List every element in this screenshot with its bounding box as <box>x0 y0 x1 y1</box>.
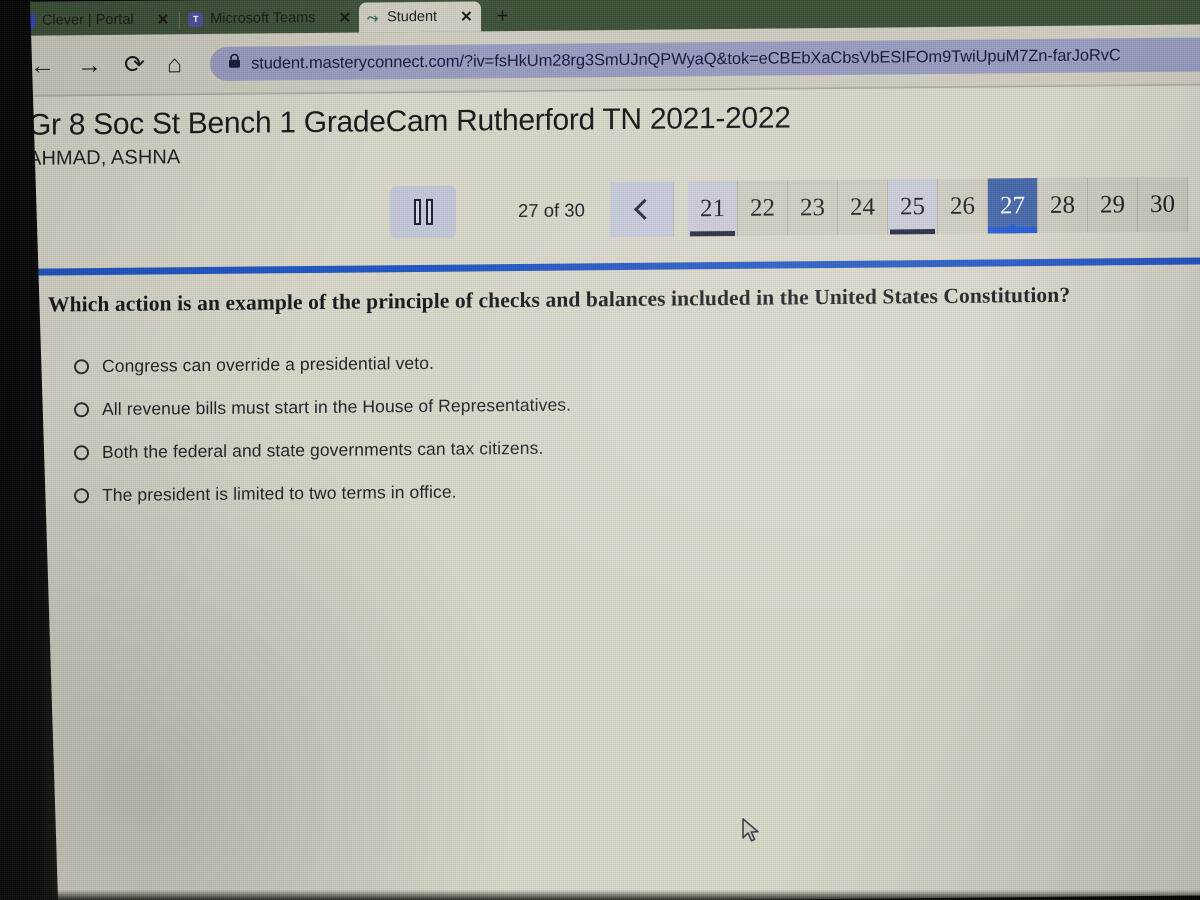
close-icon[interactable]: ✕ <box>157 10 170 28</box>
close-icon[interactable]: ✕ <box>460 7 473 25</box>
tab-divider <box>179 12 181 30</box>
radio-button-icon[interactable] <box>74 488 89 504</box>
forward-icon[interactable]: → <box>77 51 102 79</box>
browser-tab-microsoft-teams[interactable]: T Microsoft Teams ✕ <box>182 3 359 35</box>
answer-choice-label: Both the federal and state governments c… <box>102 437 544 463</box>
question-counter: 27 of 30 <box>518 199 585 222</box>
reload-icon[interactable]: ⟳ <box>124 50 145 78</box>
browser-tab-student[interactable]: ⤳ Student ✕ <box>359 1 481 33</box>
radio-button-icon[interactable] <box>74 402 89 418</box>
pause-button[interactable] <box>390 185 456 239</box>
previous-page-button[interactable] <box>610 181 674 238</box>
photographed-screen: C Clever | Portal ✕ T Microsoft Teams ✕ … <box>0 0 1200 900</box>
home-icon[interactable]: ⌂ <box>167 50 182 78</box>
page-button-26[interactable]: 26 <box>938 178 988 234</box>
lock-icon <box>228 53 241 74</box>
browser-tab-label: Microsoft Teams <box>210 9 316 27</box>
answer-choice-1[interactable]: Congress can override a presidential vet… <box>74 348 894 377</box>
answer-choice-3[interactable]: Both the federal and state governments c… <box>74 434 894 463</box>
pause-icon-bar-left <box>413 198 421 226</box>
monitor-bezel-bottom <box>0 890 1200 900</box>
page-button-22[interactable]: 22 <box>738 180 788 236</box>
pause-icon-bar-right <box>425 198 433 225</box>
browser-window: C Clever | Portal ✕ T Microsoft Teams ✕ … <box>0 0 1200 900</box>
page-button-24[interactable]: 24 <box>838 179 888 235</box>
page-number-list: 21 22 23 24 25 26 27 28 29 30 <box>688 176 1188 237</box>
answer-choice-2[interactable]: All revenue bills must start in the Hous… <box>74 391 894 420</box>
page-button-30[interactable]: 30 <box>1138 176 1188 233</box>
page-title: Gr 8 Soc St Bench 1 GradeCam Rutherford … <box>28 101 791 142</box>
page-button-21[interactable]: 21 <box>688 180 738 237</box>
address-bar[interactable]: student.masteryconnect.com/?iv=fsHkUm28r… <box>210 37 1200 81</box>
answer-choice-4[interactable]: The president is limited to two terms in… <box>74 477 894 506</box>
mouse-cursor-icon <box>742 818 762 849</box>
radio-button-icon[interactable] <box>74 359 89 375</box>
chevron-left-icon <box>633 198 655 220</box>
teams-icon: T <box>188 11 204 27</box>
back-icon[interactable]: ← <box>30 51 55 79</box>
browser-tab-clever[interactable]: C Clever | Portal ✕ <box>14 4 177 36</box>
page-button-27[interactable]: 27 <box>988 178 1038 234</box>
address-bar-text: student.masteryconnect.com/?iv=fsHkUm28r… <box>251 45 1121 73</box>
browser-tab-label: Clever | Portal <box>42 11 134 29</box>
answer-choice-label: All revenue bills must start in the Hous… <box>102 394 572 420</box>
question-text: Which action is an example of the princi… <box>48 282 1071 317</box>
page-button-29[interactable]: 29 <box>1088 177 1138 233</box>
page-button-28[interactable]: 28 <box>1038 177 1088 234</box>
answer-choice-label: The president is limited to two terms in… <box>102 481 457 506</box>
browser-tab-label: Student <box>387 8 438 26</box>
student-name: AHMAD, ASHNA <box>28 146 181 170</box>
answer-choice-list: Congress can override a presidential vet… <box>74 348 894 528</box>
new-tab-button[interactable]: + <box>497 5 509 28</box>
masteryconnect-icon: ⤳ <box>366 8 379 25</box>
section-divider <box>38 257 1200 276</box>
page-button-25[interactable]: 25 <box>888 178 938 235</box>
close-icon[interactable]: ✕ <box>338 9 351 27</box>
assessment-page: Gr 8 Soc St Bench 1 GradeCam Rutherford … <box>0 85 1200 900</box>
page-button-23[interactable]: 23 <box>788 179 838 236</box>
radio-button-icon[interactable] <box>74 445 89 461</box>
answer-choice-label: Congress can override a presidential vet… <box>102 352 435 377</box>
question-navigation-toolbar: 27 of 30 21 22 23 24 25 26 27 28 29 30 <box>0 173 1200 243</box>
